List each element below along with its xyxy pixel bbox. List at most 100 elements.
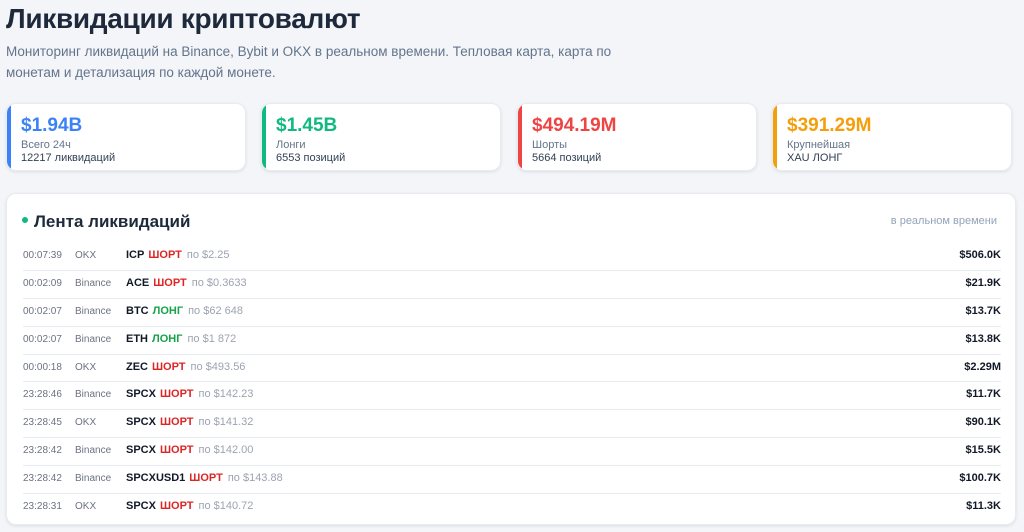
row-price: по $0.3633 — [191, 276, 247, 289]
row-symbol[interactable]: ICP — [126, 249, 144, 261]
stat-value: $1.94B — [21, 115, 83, 136]
stat-label: Крупнейшая — [787, 139, 851, 151]
row-side-badge: ШОРТ — [153, 276, 187, 289]
row-side-badge: ЛОНГ — [152, 304, 184, 317]
row-exchange: OKX — [75, 361, 97, 373]
stat-card-longs[interactable]: $1.45B Лонги 6553 позиций — [261, 103, 501, 171]
row-value: $15.5K — [965, 444, 1001, 457]
row-price: по $143.88 — [227, 472, 283, 485]
stat-label: Всего 24ч — [21, 139, 71, 151]
row-symbol[interactable]: BTC — [126, 305, 149, 317]
stat-card-accent — [262, 104, 266, 170]
stat-sub: 6553 позиций — [276, 152, 346, 164]
row-time: 23:28:42 — [23, 473, 62, 485]
feed-row[interactable]: 00:07:39 OKX ICP ШОРТ по $2.25 $506.0K — [23, 243, 1001, 271]
row-value: $13.7K — [965, 304, 1001, 317]
row-side-badge: ШОРТ — [189, 472, 223, 485]
row-exchange: Binance — [75, 333, 112, 345]
row-price: по $141.32 — [198, 416, 254, 429]
row-main: BTC ЛОНГ по $62 648 — [126, 299, 243, 324]
row-price: по $142.23 — [198, 388, 254, 401]
row-symbol[interactable]: ZEC — [126, 361, 148, 373]
row-time: 23:28:45 — [23, 417, 62, 429]
row-price: по $140.72 — [198, 500, 254, 513]
row-symbol[interactable]: SPCXUSD1 — [126, 472, 185, 484]
row-time: 23:28:42 — [23, 445, 62, 457]
feed-list: 00:07:39 OKX ICP ШОРТ по $2.25 $506.0K 00:02:0… — [23, 243, 1001, 521]
row-exchange: Binance — [75, 305, 112, 317]
feed-row[interactable]: 00:00:18 OKX ZEC ШОРТ по $493.56 $2.29M — [23, 355, 1001, 383]
row-side-badge: ШОРТ — [148, 249, 182, 261]
row-symbol[interactable]: ACE — [126, 277, 149, 289]
row-exchange: OKX — [75, 501, 97, 513]
live-dot-icon — [22, 217, 28, 223]
stat-card-total[interactable]: $1.94B Всего 24ч 12217 ликвидаций — [6, 103, 246, 171]
row-time: 23:28:31 — [23, 501, 62, 513]
row-value: $2.29M — [964, 360, 1001, 373]
row-value: $11.7K — [966, 388, 1001, 401]
row-side-badge: ШОРТ — [159, 500, 194, 513]
stat-value: $494.19M — [532, 115, 617, 136]
stat-value: $391.29M — [787, 115, 872, 136]
page-title: Ликвидации криптовалют — [6, 3, 361, 34]
feed-live-label: в реальном времени — [890, 215, 997, 227]
row-value: $13.8K — [965, 332, 1001, 345]
feed-row[interactable]: 23:28:31 OKX SPCX ШОРТ по $140.72 $11.3K — [23, 494, 1001, 521]
row-time: 00:02:07 — [23, 333, 62, 345]
row-value: $100.7K — [959, 472, 1001, 485]
stat-label: Лонги — [276, 139, 306, 151]
row-side-badge: ШОРТ — [152, 360, 186, 373]
row-symbol[interactable]: SPCX — [126, 388, 156, 400]
feed-row[interactable]: 23:28:45 OKX SPCX ШОРТ по $141.32 $90.1K — [23, 410, 1001, 439]
page-subtitle: Мониторинг ликвидаций на Binance, Bybit … — [6, 44, 612, 80]
feed-row[interactable]: 23:28:46 Binance SPCX ШОРТ по $142.23 $11.7K — [23, 382, 1001, 411]
row-exchange: Binance — [75, 445, 112, 457]
row-main: ACE ШОРТ по $0.3633 — [126, 271, 247, 296]
row-symbol[interactable]: ETH — [126, 333, 148, 345]
row-value: $11.3K — [966, 500, 1001, 513]
row-price: по $62 648 — [188, 304, 243, 317]
row-time: 00:00:18 — [23, 361, 62, 373]
row-price: по $1 872 — [187, 332, 237, 345]
row-time: 23:28:46 — [23, 389, 62, 401]
row-value: $90.1K — [965, 416, 1001, 429]
row-side-badge: ШОРТ — [159, 388, 194, 401]
row-side-badge: ШОРТ — [159, 444, 194, 457]
row-exchange: OKX — [75, 417, 97, 429]
stat-sub: 5664 позиций — [532, 152, 602, 164]
liquidation-feed-panel: Лента ликвидаций в реальном времени 00:0… — [6, 193, 1016, 525]
row-time: 00:02:07 — [23, 305, 62, 317]
stat-sub: XAU ЛОНГ — [787, 152, 843, 164]
stat-card-accent — [518, 104, 522, 170]
row-side-badge: ЛОНГ — [152, 332, 183, 345]
row-exchange: Binance — [75, 277, 112, 289]
stat-sub: 12217 ликвидаций — [21, 152, 116, 164]
row-symbol[interactable]: SPCX — [126, 500, 156, 512]
row-main: SPCX ШОРТ по $142.00 — [126, 438, 253, 463]
row-main: ZEC ШОРТ по $493.56 — [126, 355, 245, 380]
feed-row[interactable]: 00:02:07 Binance ETH ЛОНГ по $1 872 $13.8K — [23, 327, 1001, 355]
stat-value: $1.45B — [276, 115, 338, 136]
feed-row[interactable]: 00:02:07 Binance BTC ЛОНГ по $62 648 $13.7K — [23, 299, 1001, 327]
row-value: $21.9K — [965, 276, 1001, 289]
row-main: SPCX ШОРТ по $141.32 — [126, 410, 253, 435]
row-symbol[interactable]: SPCX — [126, 416, 156, 428]
row-side-badge: ШОРТ — [159, 416, 194, 429]
row-symbol[interactable]: SPCX — [126, 444, 156, 456]
feed-row[interactable]: 00:02:09 Binance ACE ШОРТ по $0.3633 $21.9K — [23, 271, 1001, 299]
row-exchange: Binance — [75, 473, 112, 485]
row-price: по $142.00 — [198, 444, 254, 457]
row-main: SPCXUSD1 ШОРТ по $143.88 — [126, 466, 283, 491]
row-main: SPCX ШОРТ по $142.23 — [126, 382, 253, 407]
feed-row[interactable]: 23:28:42 Binance SPCX ШОРТ по $142.00 $15.5K — [23, 438, 1001, 467]
row-time: 00:07:39 — [23, 250, 62, 261]
stat-card-shorts[interactable]: $494.19M Шорты 5664 позиций — [517, 103, 757, 171]
row-main: ICP ШОРТ по $2.25 — [126, 243, 230, 268]
stat-card-accent — [773, 104, 777, 170]
stat-card-accent — [7, 104, 11, 170]
feed-title: Лента ликвидаций — [34, 212, 191, 231]
stat-card-largest[interactable]: $391.29M Крупнейшая XAU ЛОНГ — [772, 103, 1012, 171]
row-value: $506.0K — [959, 249, 1001, 261]
row-main: ETH ЛОНГ по $1 872 — [126, 327, 236, 352]
feed-row[interactable]: 23:28:42 Binance SPCXUSD1 ШОРТ по $143.88 $10… — [23, 466, 1001, 495]
